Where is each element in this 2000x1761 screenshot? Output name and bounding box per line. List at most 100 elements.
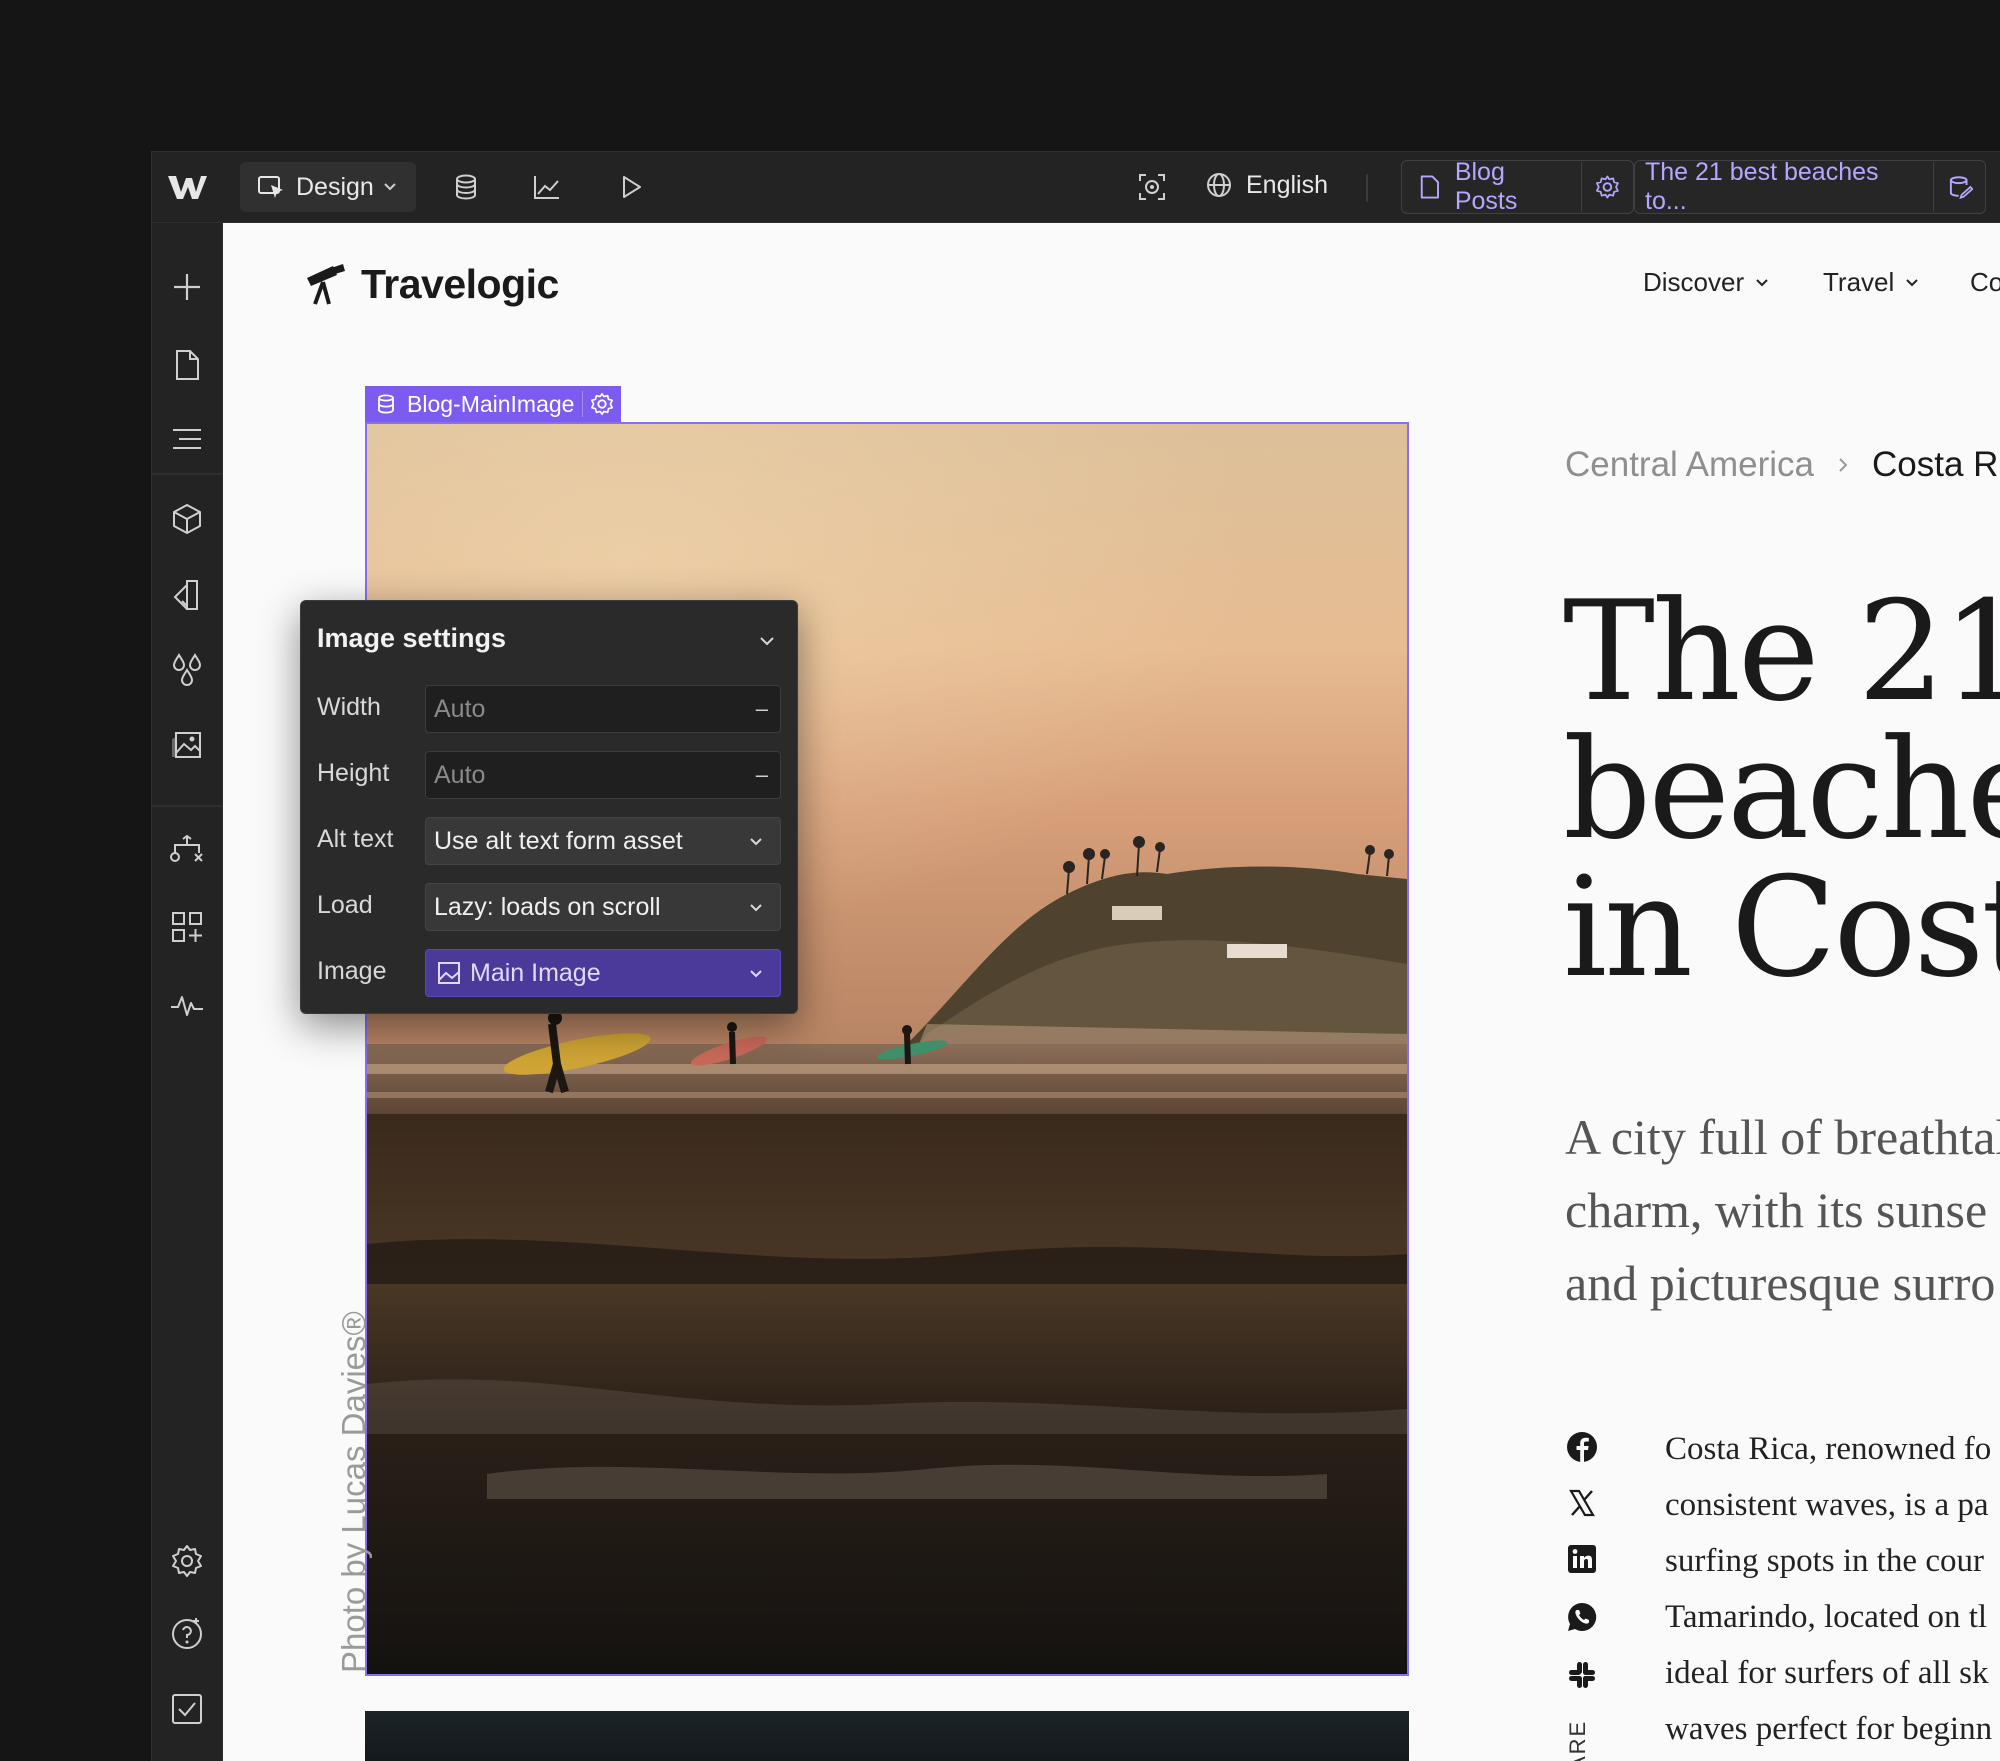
selection-tag[interactable]: Blog-MainImage: [365, 386, 622, 422]
load-select[interactable]: Lazy: loads on scroll: [425, 883, 781, 931]
width-unit[interactable]: –: [756, 696, 768, 722]
language-switcher[interactable]: English: [1204, 170, 1328, 200]
brand-name: Travelogic: [361, 261, 559, 307]
article-title: The 21 b beaches in Costa: [1563, 583, 2000, 997]
chevron-down-icon: [1756, 278, 1768, 286]
chevron-right-icon: [1839, 458, 1848, 472]
telescope-logo-icon: [307, 263, 345, 305]
title-line: The 21 b: [1563, 571, 2000, 732]
cms-item-icon[interactable]: [1946, 173, 1974, 201]
cursor-icon: [258, 176, 283, 198]
collection-label: Blog Posts: [1454, 158, 1518, 215]
photo-credit: Photo by Lucas Davies®: [335, 1311, 372, 1673]
alt-text-select[interactable]: Use alt text form asset: [425, 817, 781, 865]
webflow-logo-icon[interactable]: [166, 172, 208, 202]
load-value: Lazy: loads on scroll: [434, 892, 661, 921]
tasks-icon[interactable]: [169, 1691, 205, 1727]
height-unit[interactable]: –: [756, 762, 768, 788]
chevron-down-icon: [1906, 278, 1918, 286]
chart-icon[interactable]: [532, 172, 562, 202]
width-label: Width: [317, 693, 381, 721]
styles-icon[interactable]: [169, 577, 205, 613]
site-brand[interactable]: Travelogic: [303, 261, 559, 308]
breadcrumb-parent[interactable]: Central America: [1565, 445, 1814, 485]
design-mode-button[interactable]: Design: [240, 162, 416, 212]
title-line: beaches: [1563, 709, 2000, 870]
gear-icon[interactable]: [1594, 173, 1621, 201]
lede-line: and picturesque surro: [1565, 1255, 1996, 1311]
audit-icon[interactable]: [169, 987, 205, 1023]
x-icon[interactable]: [1566, 1487, 1598, 1519]
logic-icon[interactable]: [169, 833, 205, 869]
chevron-down-icon: [384, 183, 396, 191]
language-label: English: [1246, 170, 1328, 199]
gear-icon[interactable]: [582, 391, 615, 417]
body-line: Costa Rica, renowned fo: [1665, 1431, 1992, 1467]
navigator-icon[interactable]: [169, 421, 205, 457]
width-placeholder: Auto: [434, 694, 486, 723]
facebook-icon[interactable]: [1566, 1431, 1598, 1463]
breadcrumb: Central America Costa Ric: [1565, 445, 2000, 485]
variables-icon[interactable]: [169, 651, 205, 687]
article-lede: A city full of breathtal charm, with its…: [1565, 1101, 2000, 1320]
nav-item-travel[interactable]: Travel: [1823, 267, 1920, 298]
plus-icon[interactable]: [169, 269, 205, 305]
components-icon[interactable]: [169, 501, 205, 537]
toolbar-divider: [1366, 174, 1368, 202]
alt-text-label: Alt text: [317, 825, 394, 853]
nav-item-co[interactable]: Co: [1970, 267, 2000, 298]
whatsapp-icon[interactable]: [1566, 1601, 1598, 1633]
assets-icon[interactable]: [169, 727, 205, 763]
play-icon[interactable]: [616, 172, 646, 202]
image-source-select[interactable]: Main Image: [425, 949, 781, 997]
database-icon[interactable]: [451, 172, 481, 202]
collection-pill[interactable]: Blog Posts: [1401, 158, 1634, 215]
image-source-value: Main Image: [470, 958, 601, 987]
lede-line: charm, with its sunse: [1565, 1182, 1988, 1238]
breadcrumb-current: Costa Ric: [1871, 445, 2000, 484]
slack-icon[interactable]: [1566, 1659, 1598, 1691]
article-body: Costa Rica, renowned fo consistent waves…: [1665, 1421, 1992, 1757]
chevron-down-icon[interactable]: [757, 631, 777, 651]
page-icon: [1420, 175, 1439, 199]
lede-line: A city full of breathtal: [1565, 1109, 2000, 1165]
linkedin-icon[interactable]: [1566, 1543, 1598, 1575]
apps-icon[interactable]: [169, 909, 205, 945]
focus-icon[interactable]: [1137, 172, 1167, 202]
panel-title: Image settings: [317, 623, 507, 653]
secondary-image[interactable]: [365, 1711, 1409, 1761]
top-toolbar: Design English Blog Posts The 21 best be…: [152, 152, 2000, 223]
selection-tag-label: Blog-MainImage: [407, 390, 575, 417]
chevron-down-icon: [750, 838, 762, 846]
pill-divider: [1932, 162, 1934, 212]
body-line: consistent waves, is a pa: [1665, 1487, 1989, 1523]
settings-icon[interactable]: [169, 1543, 205, 1579]
database-icon: [378, 394, 394, 414]
image-icon: [438, 962, 460, 984]
sidebar-divider: [152, 473, 222, 475]
help-icon[interactable]: [169, 1615, 205, 1651]
load-label: Load: [317, 891, 373, 919]
body-line: surfing spots in the cour: [1665, 1543, 1984, 1579]
body-line: Tamarindo, located on tl: [1665, 1599, 1988, 1635]
height-placeholder: Auto: [434, 760, 486, 789]
body-line: waves perfect for beginn: [1665, 1711, 1993, 1747]
image-label: Image: [317, 957, 387, 985]
nav-item-discover[interactable]: Discover: [1643, 267, 1770, 298]
nav-label: Discover: [1643, 267, 1745, 297]
image-settings-panel: Image settings Width Auto – Height Auto …: [300, 600, 798, 1014]
pages-icon[interactable]: [169, 347, 205, 383]
width-field[interactable]: Auto –: [425, 685, 781, 733]
body-line: ideal for surfers of all sk: [1665, 1655, 1989, 1691]
left-sidebar: [152, 223, 223, 1761]
sidebar-divider: [152, 805, 222, 807]
pill-divider: [1581, 162, 1583, 212]
nav-label: Co: [1970, 267, 2000, 297]
nav-label: Travel: [1823, 267, 1895, 297]
chevron-down-icon: [750, 970, 762, 978]
height-field[interactable]: Auto –: [425, 751, 781, 799]
chevron-down-icon: [750, 904, 762, 912]
share-label: ARE: [1565, 1719, 1590, 1761]
cms-item-pill[interactable]: The 21 best beaches to...: [1634, 158, 1986, 215]
globe-icon: [1207, 173, 1231, 197]
